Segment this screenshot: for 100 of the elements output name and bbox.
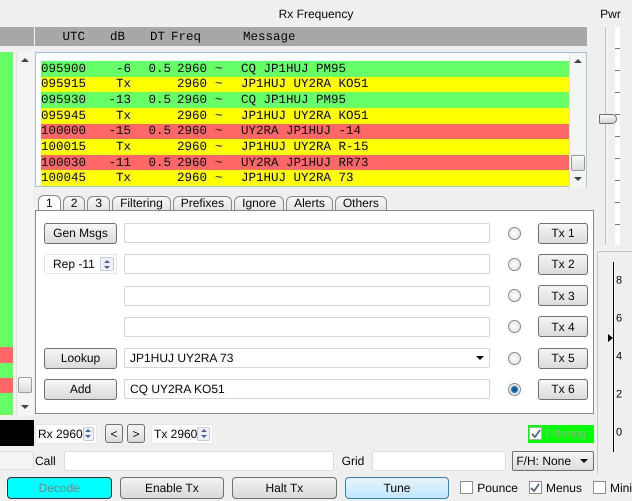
tx-button[interactable]: Tx 6	[538, 378, 588, 400]
panel-title: Rx Frequency	[278, 6, 354, 22]
table-cell-text: 2960	[176, 62, 208, 76]
column-header: Freq	[170, 30, 202, 44]
call-field[interactable]	[64, 451, 334, 471]
tx-button[interactable]: Tx 5	[538, 348, 588, 369]
check-icon	[530, 482, 540, 492]
radio-button[interactable]	[508, 289, 520, 302]
tx-button[interactable]: Tx 2	[538, 254, 588, 275]
spin-box[interactable]: Tx 2960	[151, 424, 213, 444]
table-cell-text: 2960	[176, 171, 208, 186]
meter-tick-label: 2	[616, 390, 622, 400]
table-cell-text: ~	[214, 93, 224, 108]
power-slider[interactable]	[597, 27, 621, 245]
tab[interactable]: 3	[87, 196, 110, 210]
table-cell-text: 100000	[41, 124, 88, 138]
power-label: Pwr	[599, 6, 622, 22]
radio-button[interactable]	[508, 226, 520, 240]
table-cell-text: CQ JP1HUJ PM95	[240, 62, 348, 76]
column-header: DT	[148, 30, 165, 44]
table-cell-text: Tx	[114, 108, 131, 123]
scrollbar[interactable]	[16, 52, 33, 415]
table-cell-text: ~	[214, 140, 224, 154]
message-field[interactable]	[124, 223, 490, 243]
radio-button[interactable]	[508, 320, 520, 334]
table-cell-text: JP1HUJ UY2RA KO51	[240, 108, 370, 123]
table-cell-text: JP1HUJ UY2RA KO51	[240, 77, 370, 92]
option-checkbox[interactable]: Pounce	[460, 480, 518, 494]
message-row[interactable]: 095945 Tx 2960 ~ JP1HUJ UY2RA KO51	[41, 108, 569, 124]
table-cell-text: UY2RA JP1HUJ RR73	[240, 156, 370, 170]
table-cell-text: 100045	[41, 171, 88, 186]
option-checkbox[interactable]: Menus	[528, 480, 582, 494]
action-button[interactable]: Halt Tx	[232, 476, 337, 498]
spin-arrows-icon[interactable]	[82, 426, 94, 440]
message-row[interactable]: 100045 Tx 2960 ~ JP1HUJ UY2RA 73	[41, 170, 569, 186]
spin-arrows-icon[interactable]	[100, 257, 114, 272]
spin-box[interactable]: Rep -11	[44, 254, 117, 274]
tab[interactable]: 2	[62, 196, 86, 210]
action-button[interactable]: Lookup	[44, 348, 117, 369]
slider-handle[interactable]	[599, 114, 617, 124]
tx-button[interactable]: Tx 1	[538, 222, 588, 244]
tx-button[interactable]: Tx 4	[538, 316, 588, 338]
radio-button[interactable]	[508, 258, 520, 271]
message-row[interactable]: 095930 -13 0.5 2960 ~ CQ JP1HUJ PM95	[41, 92, 569, 108]
table-cell-text: ~	[214, 62, 224, 76]
action-button[interactable]: Add	[44, 378, 117, 400]
dropdown-arrow-icon[interactable]	[476, 356, 484, 360]
radio-button[interactable]	[508, 352, 520, 365]
tab[interactable]: Prefixes	[172, 196, 232, 210]
table-cell-text: 2960	[176, 156, 208, 170]
check-icon	[530, 428, 540, 438]
meter-tick-label: 6	[616, 314, 622, 324]
tab[interactable]: 1	[38, 195, 61, 210]
tx-button[interactable]: Tx 3	[538, 285, 588, 306]
message-row[interactable]: 095900 -6 0.5 2960 ~ CQ JP1HUJ PM95	[41, 61, 569, 77]
fh-dropdown[interactable]: F/H: None	[512, 451, 594, 471]
table-cell-text: 2960	[176, 124, 208, 138]
input-field[interactable]	[0, 451, 34, 470]
message-field[interactable]	[124, 316, 490, 337]
spin-box[interactable]: Rx 2960	[35, 424, 97, 444]
table-cell-text: -6	[114, 62, 131, 76]
action-button[interactable]: Tune	[344, 476, 450, 498]
table-cell-text: JP1HUJ UY2RA R-15	[240, 140, 370, 154]
spin-arrows-icon[interactable]	[197, 426, 210, 440]
table-cell-text: 0.5	[147, 62, 171, 76]
message-field[interactable]: CQ UY2RA KO51	[124, 379, 490, 400]
table-cell-text: ~	[214, 171, 224, 186]
table-cell-text: ~	[214, 108, 224, 123]
table-cell-text: 100030	[41, 156, 88, 170]
radio-button[interactable]	[508, 382, 520, 396]
grid-field[interactable]	[372, 451, 506, 471]
column-header: Message	[242, 30, 297, 44]
field-label: Call	[35, 454, 56, 468]
message-row[interactable]: 100030 -11 0.5 2960 ~ UY2RA JP1HUJ RR73	[41, 154, 569, 170]
scrollbar[interactable]	[569, 53, 586, 187]
table-cell-text: ~	[214, 124, 224, 138]
table-cell-text: 0.5	[147, 124, 171, 138]
message-dropdown[interactable]: JP1HUJ UY2RA 73	[124, 348, 490, 368]
action-button[interactable]: Enable Tx	[120, 476, 224, 498]
option-checkbox[interactable]: Mini	[592, 480, 632, 494]
table-cell-text: Tx	[114, 77, 131, 92]
action-button[interactable]: Gen Msgs	[44, 222, 117, 244]
tab[interactable]: Others	[334, 196, 387, 210]
message-field[interactable]	[124, 254, 490, 274]
tab[interactable]: Ignore	[234, 196, 284, 210]
step-button[interactable]: >	[127, 424, 145, 443]
tab[interactable]: Filtering	[112, 196, 171, 210]
table-cell-text: -13	[107, 93, 131, 108]
message-row[interactable]: 100000 -15 0.5 2960 ~ UY2RA JP1HUJ -14	[41, 124, 569, 140]
meter-tick-label: 4	[616, 352, 622, 362]
meter-tick-label: 0	[616, 428, 622, 438]
step-button[interactable]: <	[105, 424, 123, 443]
message-row[interactable]: 095915 Tx 2960 ~ JP1HUJ UY2RA KO51	[41, 76, 569, 92]
table-cell-text: 095900	[41, 62, 88, 76]
tab[interactable]: Alerts	[286, 196, 333, 210]
message-row[interactable]: 100015 Tx 2960 ~ JP1HUJ UY2RA R-15	[41, 139, 569, 155]
table-cell-text: UY2RA JP1HUJ -14	[240, 124, 362, 138]
message-field[interactable]	[124, 286, 490, 306]
table-cell-text: JP1HUJ UY2RA 73	[240, 171, 355, 186]
column-header: UTC	[61, 30, 85, 44]
